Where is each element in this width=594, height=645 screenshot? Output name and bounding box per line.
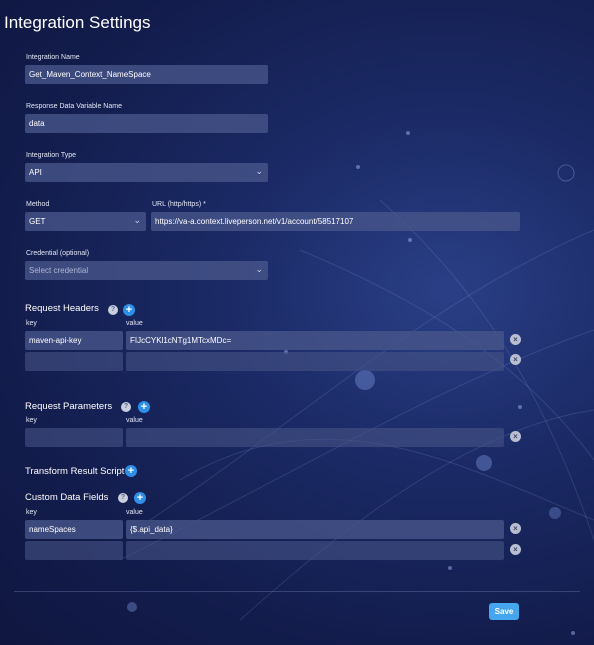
url-input[interactable]: https://va-a.context.liveperson.net/v1/a… [151, 212, 520, 231]
custom-field-key-input[interactable] [25, 541, 123, 560]
request-header-value-input[interactable] [126, 352, 504, 371]
credential-select[interactable]: Select credential ⌄ [25, 261, 268, 280]
transform-script-title: Transform Result Script [25, 466, 125, 477]
request-parameter-value-input[interactable] [126, 428, 504, 447]
close-circle-icon[interactable]: × [510, 354, 521, 365]
url-label: URL (http/https) * [152, 201, 206, 208]
add-request-parameter-button[interactable]: + [138, 401, 150, 413]
footer-divider [14, 591, 580, 592]
request-parameters-key-label: key [26, 417, 37, 424]
close-circle-icon[interactable]: × [510, 544, 521, 555]
integration-settings-panel: Integration Settings Integration Name Ge… [0, 0, 594, 645]
response-variable-input[interactable]: data [25, 114, 268, 133]
chevron-down-icon: ⌄ [255, 264, 263, 274]
chevron-down-icon: ⌄ [255, 166, 263, 176]
close-circle-icon[interactable]: × [510, 334, 521, 345]
method-select[interactable]: GET ⌄ [25, 212, 146, 231]
custom-field-value-input[interactable]: {$.api_data} [126, 520, 504, 539]
add-request-header-button[interactable]: + [123, 304, 135, 316]
custom-fields-key-label: key [26, 509, 37, 516]
request-header-key-input[interactable]: maven-api-key [25, 331, 123, 350]
integration-name-label: Integration Name [26, 54, 80, 61]
close-circle-icon[interactable]: × [510, 431, 521, 442]
add-transform-script-button[interactable]: + [125, 465, 137, 477]
help-icon[interactable]: ? [118, 493, 128, 503]
credential-label: Credential (optional) [26, 250, 90, 257]
integration-name-input[interactable]: Get_Maven_Context_NameSpace [25, 65, 268, 84]
custom-field-key-input[interactable]: nameSpaces [25, 520, 123, 539]
save-button[interactable]: Save [489, 603, 519, 620]
custom-field-value-input[interactable] [126, 541, 504, 560]
integration-type-select[interactable]: API ⌄ [25, 163, 268, 182]
custom-fields-value-label: value [126, 509, 143, 516]
chevron-down-icon: ⌄ [133, 215, 141, 225]
help-icon[interactable]: ? [108, 305, 118, 315]
credential-placeholder: Select credential [29, 266, 89, 275]
request-header-key-input[interactable] [25, 352, 123, 371]
request-header-value-input[interactable]: FIJcCYKl1cNTg1MTcxMDc= [126, 331, 504, 350]
integration-type-value: API [29, 168, 42, 177]
add-custom-field-button[interactable]: + [134, 492, 146, 504]
request-headers-value-label: value [126, 320, 143, 327]
request-headers-title: Request Headers [25, 303, 99, 314]
request-parameters-title: Request Parameters [25, 401, 113, 412]
response-variable-label: Response Data Variable Name [26, 103, 122, 110]
method-label: Method [26, 201, 50, 208]
request-parameters-value-label: value [126, 417, 143, 424]
method-value: GET [29, 217, 46, 226]
page-title: Integration Settings [4, 13, 151, 32]
close-circle-icon[interactable]: × [510, 523, 521, 534]
request-parameter-key-input[interactable] [25, 428, 123, 447]
custom-data-fields-title: Custom Data Fields [25, 492, 109, 503]
request-headers-key-label: key [26, 320, 37, 327]
help-icon[interactable]: ? [121, 402, 131, 412]
integration-type-label: Integration Type [26, 152, 77, 159]
